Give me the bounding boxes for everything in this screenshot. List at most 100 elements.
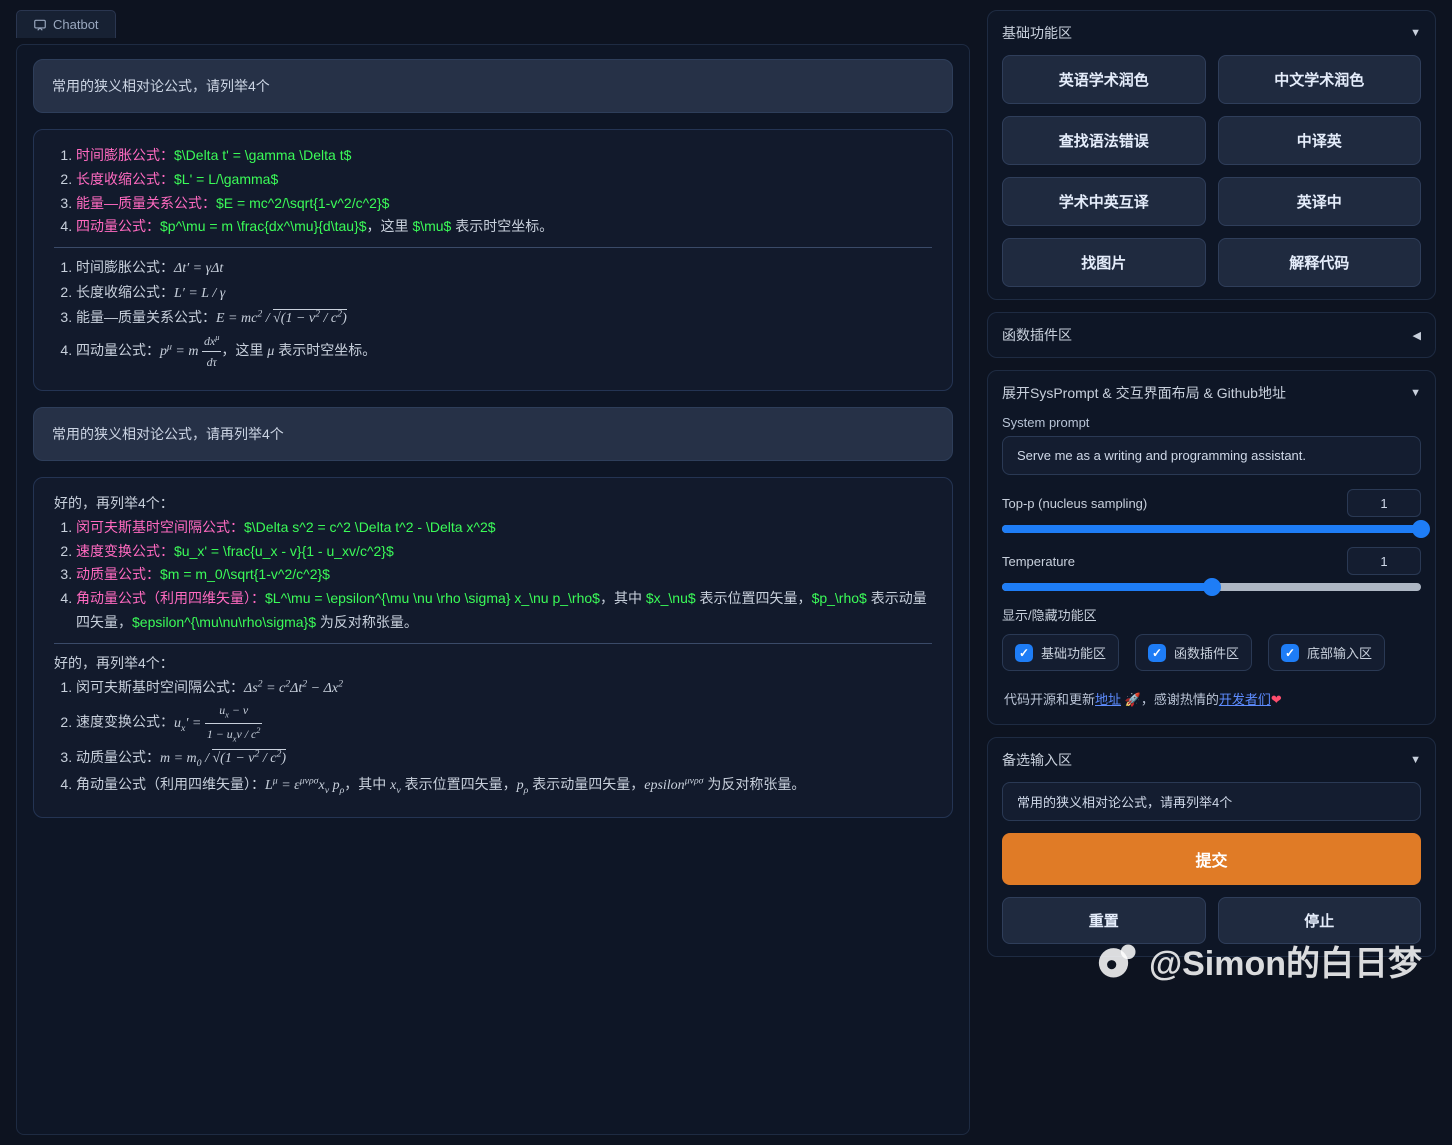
topp-slider: Top-p (nucleus sampling) <box>1002 489 1421 533</box>
check-icon: ✓ <box>1148 644 1166 662</box>
bot2-raw-2-latex: $u_x' = \frac{u_x - v}{1 - u_xv/c^2}$ <box>174 543 394 559</box>
bot2-raw-4-label: 角动量公式（利用四维矢量）： <box>76 590 265 606</box>
fn-btn-en-to-zh[interactable]: 英译中 <box>1218 177 1422 226</box>
bot1-raw-4-latex: $p^\mu = m \frac{dx^\mu}{d\tau}$ <box>160 218 367 234</box>
topp-value-input[interactable] <box>1347 489 1421 517</box>
bot1-raw-3-latex: $E = mc^2/\sqrt{1-v^2/c^2}$ <box>216 195 389 211</box>
fn-btn-explain-code[interactable]: 解释代码 <box>1218 238 1422 287</box>
sysprompt-panel: 展开SysPrompt & 交互界面布局 & Github地址 ▼ System… <box>987 370 1436 725</box>
bot1-raw-2-latex: $L' = L/\gamma$ <box>174 171 278 187</box>
checkbox-basic[interactable]: ✓ 基础功能区 <box>1002 634 1119 671</box>
heart-icon: ❤ <box>1271 692 1282 707</box>
bot2-raw-1-latex: $\Delta s^2 = c^2 \Delta t^2 - \Delta x^… <box>244 519 496 535</box>
repo-link[interactable]: 地址 <box>1095 692 1121 707</box>
bot1-raw-4-label: 四动量公式： <box>76 218 160 234</box>
stop-button[interactable]: 停止 <box>1218 897 1422 944</box>
system-prompt-field: System prompt <box>1002 415 1421 475</box>
user-message-2: 常用的狭义相对论公式，请再列举4个 <box>33 407 953 461</box>
temperature-value-input[interactable] <box>1347 547 1421 575</box>
bot2-rendered-1: 闵可夫斯基时空间隔公式：Δs2 = c2Δt2 − Δx2 <box>76 676 932 701</box>
plugins-title: 函数插件区 <box>1002 325 1072 345</box>
system-prompt-input[interactable] <box>1002 436 1421 475</box>
bot1-rendered-list: 时间膨胀公式：Δt′ = γΔt 长度收缩公式：L′ = L / γ 能量—质量… <box>76 256 932 372</box>
bot1-raw-1-label: 时间膨胀公式： <box>76 147 174 163</box>
visibility-group: 显示/隐藏功能区 ✓ 基础功能区 ✓ 函数插件区 ✓ 底部输入区 <box>1002 605 1421 671</box>
basic-buttons-grid: 英语学术润色 中文学术润色 查找语法错误 中译英 学术中英互译 英译中 找图片 … <box>1002 55 1421 287</box>
footer-links: 代码开源和更新地址 🚀，感谢热情的开发者们❤ <box>1002 685 1421 712</box>
chevron-down-icon: ▼ <box>1410 754 1421 766</box>
basic-functions-header[interactable]: 基础功能区 ▼ <box>1002 23 1421 43</box>
bot1-rendered-4: 四动量公式：pμ = m dxμdτ，这里 μ 表示时空坐标。 <box>76 331 932 372</box>
fn-btn-chinese-polish[interactable]: 中文学术润色 <box>1218 55 1422 104</box>
rocket-icon: 🚀 <box>1125 692 1141 707</box>
bot-message-2: 好的，再列举4个： 闵可夫斯基时空间隔公式：$\Delta s^2 = c^2 … <box>33 477 953 818</box>
bot1-raw-2-label: 长度收缩公式： <box>76 171 174 187</box>
divider <box>54 247 932 248</box>
bot2-intro: 好的，再列举4个： <box>54 492 932 516</box>
bot1-raw-list: 时间膨胀公式：$\Delta t' = \gamma \Delta t$ 长度收… <box>76 144 932 239</box>
alt-input-title: 备选输入区 <box>1002 750 1072 770</box>
chat-area: 常用的狭义相对论公式，请列举4个 时间膨胀公式：$\Delta t' = \ga… <box>16 44 970 1135</box>
fn-btn-english-polish[interactable]: 英语学术润色 <box>1002 55 1206 104</box>
alt-input-header[interactable]: 备选输入区 ▼ <box>1002 750 1421 770</box>
check-icon: ✓ <box>1281 644 1299 662</box>
checkbox-plugins[interactable]: ✓ 函数插件区 <box>1135 634 1252 671</box>
chevron-down-icon: ▼ <box>1410 387 1421 399</box>
bot1-raw-1-latex: $\Delta t' = \gamma \Delta t$ <box>174 147 351 163</box>
bot2-raw-3-latex: $m = m_0/\sqrt{1-v^2/c^2}$ <box>160 566 330 582</box>
topp-label: Top-p (nucleus sampling) <box>1002 496 1147 511</box>
alt-input-field[interactable] <box>1002 782 1421 821</box>
fn-btn-grammar-check[interactable]: 查找语法错误 <box>1002 116 1206 165</box>
basic-functions-title: 基础功能区 <box>1002 23 1072 43</box>
checkbox-bottom-input-label: 底部输入区 <box>1307 643 1372 662</box>
user-message-1: 常用的狭义相对论公式，请列举4个 <box>33 59 953 113</box>
temperature-slider: Temperature <box>1002 547 1421 591</box>
visibility-label: 显示/隐藏功能区 <box>1002 605 1421 624</box>
user-message-1-text: 常用的狭义相对论公式，请列举4个 <box>52 78 270 94</box>
bot2-rendered-2: 速度变换公式：ux′ = ux − v1 − uxv / c2 <box>76 700 932 746</box>
chevron-down-icon: ▼ <box>1410 27 1421 39</box>
topp-track[interactable] <box>1002 525 1421 533</box>
bot2-rendered-intro: 好的，再列举4个： <box>54 652 932 676</box>
sysprompt-title: 展开SysPrompt & 交互界面布局 & Github地址 <box>1002 383 1286 403</box>
fn-btn-academic-translate[interactable]: 学术中英互译 <box>1002 177 1206 226</box>
check-icon: ✓ <box>1015 644 1033 662</box>
fn-btn-find-image[interactable]: 找图片 <box>1002 238 1206 287</box>
basic-functions-panel: 基础功能区 ▼ 英语学术润色 中文学术润色 查找语法错误 中译英 学术中英互译 … <box>987 10 1436 300</box>
bot2-raw-3-label: 动质量公式： <box>76 566 160 582</box>
fn-btn-zh-to-en[interactable]: 中译英 <box>1218 116 1422 165</box>
topp-fill <box>1002 525 1421 533</box>
plugins-header[interactable]: 函数插件区 ◀ <box>1002 325 1421 345</box>
temperature-knob[interactable] <box>1203 578 1221 596</box>
bot2-raw-1-label: 闵可夫斯基时空间隔公式： <box>76 519 244 535</box>
sidebar: 基础功能区 ▼ 英语学术润色 中文学术润色 查找语法错误 中译英 学术中英互译 … <box>982 0 1452 1145</box>
tab-chatbot[interactable]: Chatbot <box>16 10 116 38</box>
plugins-panel: 函数插件区 ◀ <box>987 312 1436 358</box>
bot2-rendered-3: 动质量公式：m = m0 / √(1 − v2 / c2) <box>76 746 932 772</box>
bot2-raw-4-latex: $L^\mu = \epsilon^{\mu \nu \rho \sigma} … <box>265 590 600 606</box>
user-message-2-text: 常用的狭义相对论公式，请再列举4个 <box>52 426 284 442</box>
topp-knob[interactable] <box>1412 520 1430 538</box>
bot2-rendered-list: 闵可夫斯基时空间隔公式：Δs2 = c2Δt2 − Δx2 速度变换公式：ux′… <box>76 676 932 800</box>
bot1-raw-3-label: 能量—质量关系公式： <box>76 195 216 211</box>
bot-message-1: 时间膨胀公式：$\Delta t' = \gamma \Delta t$ 长度收… <box>33 129 953 391</box>
contributors-link[interactable]: 开发者们 <box>1219 692 1271 707</box>
chevron-left-icon: ◀ <box>1413 329 1421 342</box>
checkbox-plugins-label: 函数插件区 <box>1174 643 1239 662</box>
bot2-rendered-4: 角动量公式（利用四维矢量）：Lμ = εμνρσxν pρ，其中 xν 表示位置… <box>76 773 932 799</box>
chat-icon <box>33 18 47 32</box>
bot1-rendered-2: 长度收缩公式：L′ = L / γ <box>76 281 932 306</box>
bot1-rendered-1: 时间膨胀公式：Δt′ = γΔt <box>76 256 932 281</box>
bot2-raw-list: 闵可夫斯基时空间隔公式：$\Delta s^2 = c^2 \Delta t^2… <box>76 516 932 635</box>
checkbox-bottom-input[interactable]: ✓ 底部输入区 <box>1268 634 1385 671</box>
bot1-rendered-3: 能量—质量关系公式：E = mc2 / √(1 − v2 / c2) <box>76 306 932 331</box>
temperature-track[interactable] <box>1002 583 1421 591</box>
tab-label: Chatbot <box>53 17 99 32</box>
reset-button[interactable]: 重置 <box>1002 897 1206 944</box>
temperature-fill <box>1002 583 1212 591</box>
divider <box>54 643 932 644</box>
submit-button[interactable]: 提交 <box>1002 833 1421 885</box>
system-prompt-label: System prompt <box>1002 415 1421 430</box>
chat-column: Chatbot 常用的狭义相对论公式，请列举4个 时间膨胀公式：$\Delta … <box>0 0 982 1145</box>
sysprompt-header[interactable]: 展开SysPrompt & 交互界面布局 & Github地址 ▼ <box>1002 383 1421 403</box>
